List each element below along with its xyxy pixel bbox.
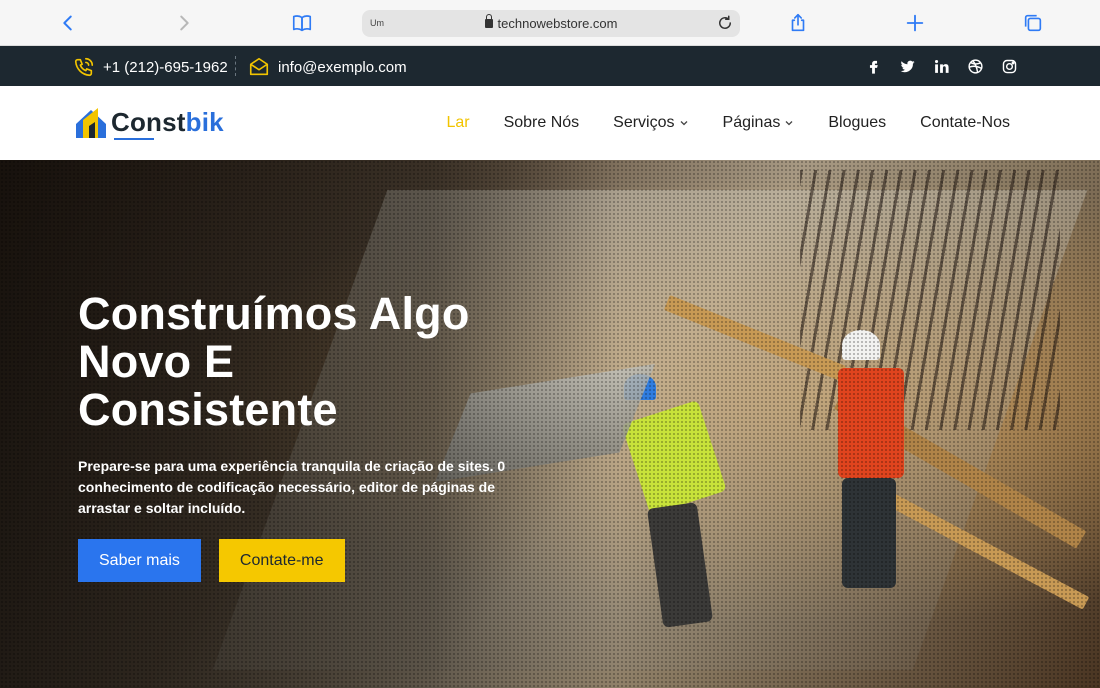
nav-item-about[interactable]: Sobre Nós [504,114,580,132]
tabs-button[interactable] [1020,10,1046,36]
logo-name-accent: bik [185,106,224,137]
lock-icon [484,14,493,28]
nav-item-pages[interactable]: Páginas [723,114,795,132]
main-menu: Lar Sobre Nós Serviços Páginas Blogues C… [446,114,1010,132]
chevron-down-icon [680,121,687,126]
twitter-icon[interactable] [898,57,916,75]
phone-icon [74,57,94,77]
plus-icon [906,14,924,32]
bookmarks-button[interactable] [289,10,315,36]
chevron-left-icon [63,15,72,31]
dribbble-icon[interactable] [966,57,984,75]
chevron-right-icon [180,15,189,31]
back-button[interactable] [55,10,81,36]
email-address: info@exemplo.com [278,58,407,76]
nav-item-contact[interactable]: Contate-Nos [920,114,1010,132]
hero-title: Construímos Algo Novo E Consistente [78,288,470,435]
share-button[interactable] [785,10,811,36]
new-tab-button[interactable] [902,10,928,36]
facebook-icon[interactable] [864,57,882,75]
main-navbar: Constbik Lar Sobre Nós Serviços Páginas … [0,86,1100,160]
linkedin-icon[interactable] [932,57,950,75]
logo-icon [76,108,106,138]
hero-section: Construímos Algo Novo E Consistente Prep… [0,160,1100,688]
reload-icon[interactable] [716,14,734,32]
url-text: technowebstore.com [497,16,618,31]
social-links [864,57,1018,75]
chevron-down-icon [785,121,793,126]
site-logo[interactable]: Constbik [74,104,224,140]
nav-item-home[interactable]: Lar [446,114,469,132]
tabs-icon [1024,14,1042,32]
divider [235,56,236,76]
hero-content: Construímos Algo Novo E Consistente Prep… [78,290,538,582]
phone-contact[interactable]: +1 (212)-695-1962 [73,56,228,78]
nav-item-services[interactable]: Serviços [613,114,688,132]
logo-underline [114,138,154,140]
envelope-icon [249,57,269,76]
learn-more-button[interactable]: Saber mais [78,539,201,582]
browser-toolbar: Um technowebstore.com [0,0,1100,46]
share-icon [791,13,805,32]
logo-name-main: Const [111,106,186,137]
hero-buttons: Saber mais Contate-me [78,539,538,582]
email-contact[interactable]: info@exemplo.com [248,56,407,78]
address-bar[interactable]: Um technowebstore.com [362,10,740,37]
top-info-bar: +1 (212)-695-1962 info@exemplo.com [0,46,1100,86]
phone-number: +1 (212)-695-1962 [103,58,228,76]
nav-item-blogs[interactable]: Blogues [828,114,886,132]
instagram-icon[interactable] [1000,57,1018,75]
hero-description: Prepare-se para uma experiência tranquil… [78,458,506,516]
contact-me-button[interactable]: Contate-me [218,539,345,582]
book-icon [292,15,312,32]
forward-button[interactable] [171,10,197,36]
